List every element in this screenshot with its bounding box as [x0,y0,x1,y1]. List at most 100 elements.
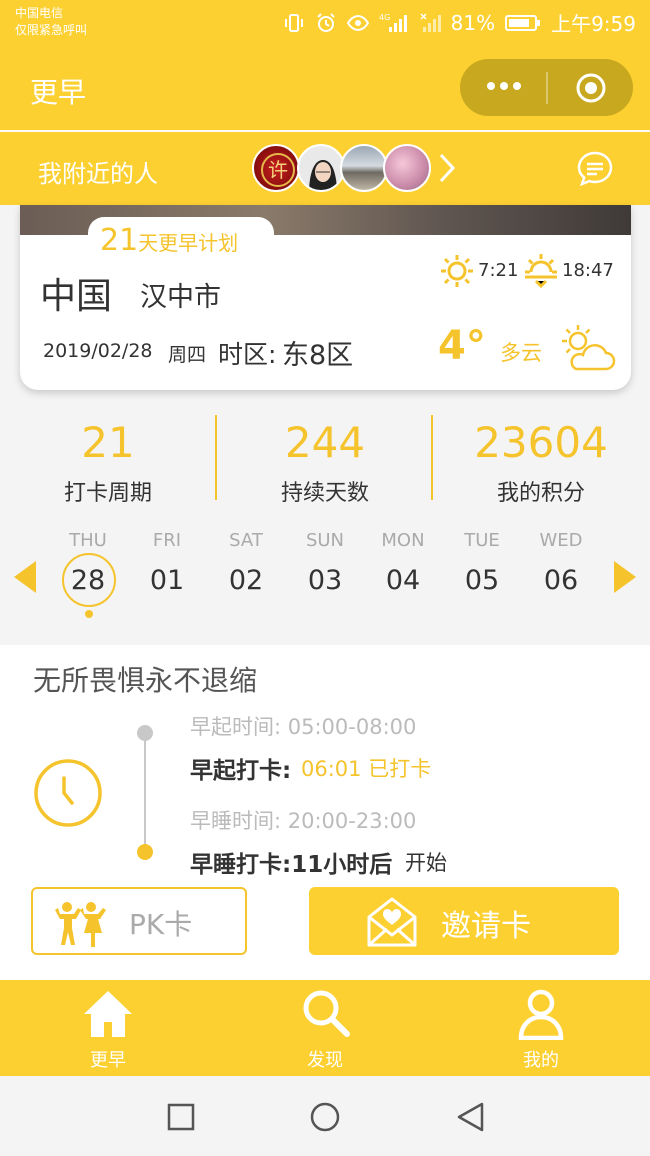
day-date: 03 [307,565,343,596]
eye-icon [346,14,369,31]
day-date: 02 [228,565,264,596]
clock-time: 上午9:59 [551,12,636,36]
sleep-checkin-label: 早睡打卡:11小时后 [190,852,393,878]
battery-percent: 81% [450,10,496,35]
timeline-line [144,739,146,849]
wake-checkin-status: 06:01 已打卡 [301,757,432,781]
checkin-section: 无所畏惧永不退缩 早起时间: 05:00-08:00 早起打卡: 06:01 已… [0,645,650,980]
vibrate-icon [284,13,303,32]
day-mon[interactable]: MON 04 [373,528,433,596]
more-icon[interactable] [486,79,522,93]
tab-discover[interactable]: 发现 [270,988,380,1072]
nearby-label: 我附近的人 [38,160,158,188]
day-date: 01 [149,565,185,596]
day-name: SAT [229,530,263,551]
location-card: 21天更早计划 中国 汉中市 7:21 18:47 2019/02/28 周四 … [20,205,631,390]
avatar[interactable] [340,144,388,192]
avatar[interactable] [383,144,431,192]
nearby-people-bar[interactable]: 我附近的人 许 [0,132,650,205]
stat-points[interactable]: 23604 我的积分 [433,415,649,507]
day-name: WED [539,530,583,551]
pk-card-label: PK卡 [129,908,193,941]
home-button-icon[interactable] [309,1101,341,1133]
tab-label: 我的 [523,1050,559,1071]
partly-cloudy-icon [562,325,616,371]
stat-days[interactable]: 244 持续天数 [217,415,433,507]
page-title: 更早 [30,76,87,109]
wake-checkin-label: 早起打卡: [190,758,292,784]
svg-text:4G: 4G [379,13,390,22]
sunset-icon [525,254,557,289]
weather-text: 多云 [500,341,542,365]
day-date: 06 [543,565,579,596]
sunrise-icon [441,255,473,287]
battery-icon [505,14,541,31]
stat-label: 持续天数 [280,481,369,506]
pk-card-button[interactable]: PK卡 [31,887,247,955]
day-date: 28 [70,565,106,596]
capsule-divider [546,72,548,104]
system-nav-bar [0,1076,650,1156]
stat-value: 21 [81,418,135,467]
country-name: 中国 [40,276,113,317]
stat-cycle[interactable]: 21 打卡周期 [0,415,216,507]
weekday: 周四 [168,344,207,366]
stat-label: 我的积分 [496,481,585,506]
invite-card-button[interactable]: 邀请卡 [309,887,619,955]
status-bar: 中国电信 仅限紧急呼叫 4G 81% 上午9:59 [0,0,650,45]
recent-apps-icon[interactable] [167,1103,195,1131]
tab-me[interactable]: 我的 [486,988,596,1072]
bottom-tab-bar: 更早 发现 我的 [0,980,650,1076]
day-sun[interactable]: SUN 03 [295,528,355,596]
back-icon[interactable] [455,1101,485,1133]
avatar-char: 许 [268,158,288,182]
sleep-checkin-status: 开始 [405,851,447,875]
date: 2019/02/28 [43,340,153,362]
day-fri[interactable]: FRI 01 [137,528,197,596]
avatar[interactable] [297,144,345,192]
close-target-icon[interactable] [574,71,608,105]
plan-tab[interactable]: 21天更早计划 [88,217,274,265]
timeline-end-dot [137,844,153,860]
day-name: SUN [305,530,345,551]
timezone-label: 时区: [218,340,277,369]
home-icon [84,991,132,1037]
stat-value: 244 [284,418,366,467]
day-thu[interactable]: THU 28 [58,528,118,596]
day-name: MON [381,530,425,551]
day-sat[interactable]: SAT 02 [216,528,276,596]
tab-label: 更早 [90,1050,126,1071]
city-name: 汉中市 [140,282,221,313]
avatar[interactable]: 许 [252,144,300,192]
message-icon[interactable] [576,150,614,188]
tab-label: 发现 [307,1050,343,1071]
day-wed[interactable]: WED 06 [531,528,591,596]
carrier-name: 中国电信 [15,6,64,20]
search-icon [303,990,350,1037]
clock-icon [34,759,102,827]
day-tue[interactable]: TUE 05 [452,528,512,596]
day-name: THU [69,530,107,551]
wake-time-window: 早起时间: 05:00-08:00 [190,715,417,739]
carrier-info: 中国电信 仅限紧急呼叫 [15,5,87,39]
chevron-right-icon[interactable] [438,152,456,184]
next-week-arrow[interactable] [612,561,636,593]
stat-value: 23604 [474,418,608,467]
love-letter-icon [367,897,417,947]
day-name: TUE [464,530,500,551]
tab-home[interactable]: 更早 [53,988,163,1072]
sleep-time-window: 早睡时间: 20:00-23:00 [190,809,417,833]
status-icons: 4G 81% 上午9:59 [283,8,636,37]
day-date: 04 [385,565,421,596]
kids-icon [55,902,106,947]
day-name: FRI [152,530,182,551]
motto: 无所畏惧永不退缩 [33,664,258,697]
alarm-icon [316,12,335,32]
checked-dot [85,610,93,618]
stat-label: 打卡周期 [63,481,152,506]
signal-4g-icon: 4G [379,13,407,32]
temperature: 4° [438,323,486,369]
prev-week-arrow[interactable] [14,561,38,593]
emergency-only-text: 仅限紧急呼叫 [15,23,88,37]
stats-row: 21 打卡周期 244 持续天数 23604 我的积分 [0,400,650,520]
